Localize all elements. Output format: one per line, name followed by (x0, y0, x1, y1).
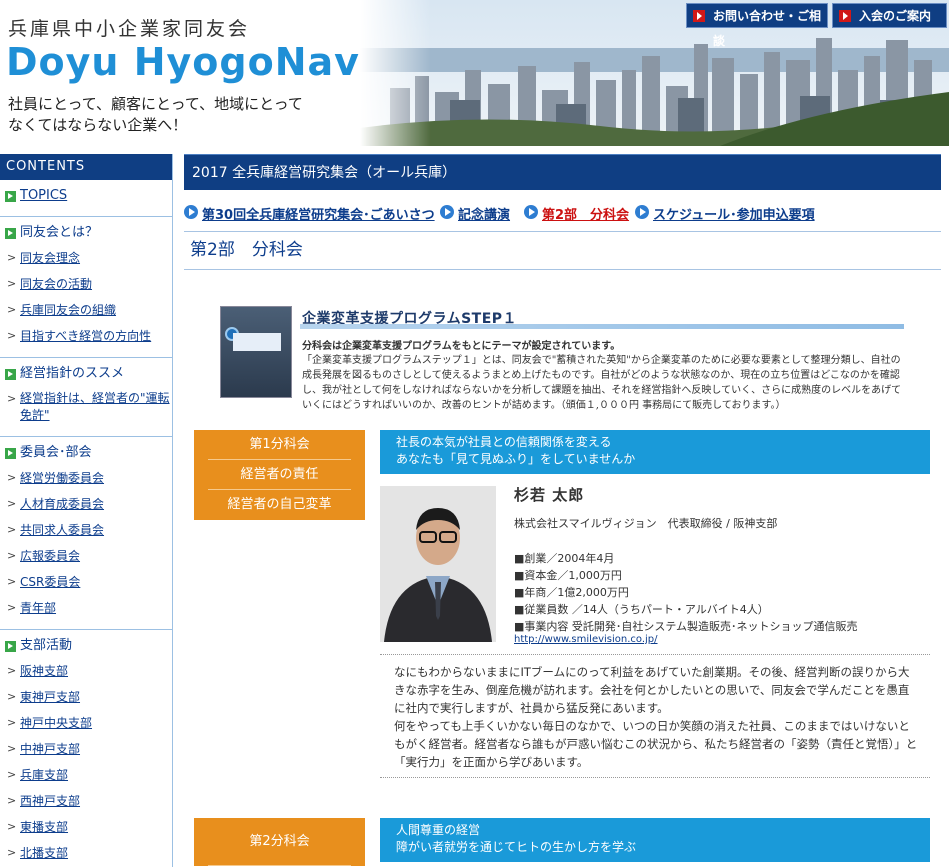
session-theme: 経営者の責任 (208, 460, 351, 490)
sidebar-section-committees: 委員会･部会 > 経営労働委員会 > 人材育成委員会 > 共同求人委員会 > 広報委員会… (0, 436, 172, 629)
session-theme: 経営者の自己変革 (227, 497, 332, 512)
arrow-icon (440, 205, 454, 219)
sidebar-item[interactable]: > 兵庫支部 (0, 762, 172, 788)
arrow-icon (524, 205, 538, 219)
sidebar-heading: CONTENTS (0, 154, 172, 180)
join-button[interactable]: 入会のご案内 (832, 3, 947, 28)
sidebar-item[interactable]: > 北播支部 (0, 840, 172, 866)
arrow-icon (693, 10, 705, 22)
session-banner: 人間尊重の経営 障がい者就労を通じてヒトの生かし方を学ぶ (380, 818, 930, 862)
sidebar-section-about: 同友会とは？ > 同友会理念 > 同友会の活動 > 兵庫同友会の組織 > 目指すべき経営… (0, 216, 172, 357)
company-fact: ■従業員数 ／14人（うちパート・アルバイト4人） (514, 603, 769, 616)
sidebar-item[interactable]: > 共同求人委員会 (0, 517, 172, 543)
session-banner: 社長の本気が社員との信頼関係を変える あなたも「見て見ぬふり」をしていませんか (380, 430, 930, 474)
sidebar-item[interactable]: > 経営指針は、経営者の"運転免許" (0, 386, 172, 428)
sidebar-section-heading: 支部活動 (0, 634, 172, 658)
program-book-image (220, 306, 292, 398)
sidebar-item[interactable]: > 東播支部 (0, 814, 172, 840)
arrow-icon (5, 369, 16, 380)
org-name: 兵庫県中小企業家同友会 (8, 18, 251, 40)
subnav-breakout[interactable]: 第2部 分科会 (524, 204, 629, 223)
session-number: 第2分科会 (208, 818, 351, 866)
arrow-icon (635, 205, 649, 219)
company-fact: ■事業内容 受託開発･自社システム製造販売･ネットショップ通信販売 (514, 620, 858, 633)
program-banner: 企業変革支援プログラムSTEP１ 分科会は企業変革支援プログラムをもとにテーマが… (220, 306, 910, 411)
sidebar-link-topics[interactable]: TOPICS (0, 184, 172, 208)
company-fact: ■創業／2004年4月 (514, 552, 615, 565)
arrow-icon (839, 10, 851, 22)
main-content: 2017 全兵庫経営研究集会（オール兵庫） 第30回全兵庫経営研究集会･ごあいさ… (184, 154, 941, 866)
company-fact: ■資本金／1,000万円 (514, 569, 622, 582)
sidebar-item[interactable]: > 目指すべき経営の方向性 (0, 323, 172, 349)
program-body: 「企業変革支援プログラムステップ１」とは、同友会で"蓄積された英知"から企業変革… (302, 355, 902, 411)
site-header: 兵庫県中小企業家同友会 Doyu HyogoNavi 社員にとって、顧客にとって… (0, 0, 949, 146)
program-lead: 分科会は企業変革支援プログラムをもとにテーマが設定されています。 (302, 341, 621, 352)
page-title: 2017 全兵庫経営研究集会（オール兵庫） (184, 154, 941, 190)
subnav-keynote[interactable]: 記念講演 (440, 204, 510, 223)
sidebar-item[interactable]: > CSR委員会 (0, 569, 172, 595)
section-title: 第2部 分科会 (184, 232, 941, 270)
sidebar-item[interactable]: > 西神戸支部 (0, 788, 172, 814)
speaker-name: 杉若 太郎 (514, 486, 585, 504)
sidebar-item[interactable]: > 同友会理念 (0, 245, 172, 271)
site-logo[interactable]: Doyu HyogoNavi (6, 40, 374, 84)
arrow-icon (5, 191, 16, 202)
company-fact: ■年商／1億2,000万円 (514, 586, 629, 599)
sidebar-item[interactable]: > 阪神支部 (0, 658, 172, 684)
sidebar-section-branches: 支部活動 > 阪神支部 > 東神戸支部 > 神戸中央支部 > 中神戸支部 > 兵庫支部 >… (0, 629, 172, 867)
sidebar: CONTENTS TOPICS 同友会とは？ > 同友会理念 > 同友会の活動 > 兵… (0, 154, 173, 867)
session-description: なにもわからないままにITブームにのって利益をあげていた創業期。その後、経営判断… (380, 654, 930, 778)
tagline: 社員にとって、顧客にとって、地域にとって なくてはならない企業へ！ (8, 95, 303, 134)
arrow-icon (5, 448, 16, 459)
sidebar-item[interactable]: > 同友会の活動 (0, 271, 172, 297)
sidebar-item[interactable]: > 兵庫同友会の組織 (0, 297, 172, 323)
sidebar-section-heading: 同友会とは？ (0, 221, 172, 245)
sidebar-item[interactable]: > 青年部 (0, 595, 172, 621)
speaker-company: 株式会社スマイルヴィジョン 代表取締役 / 阪神支部 (514, 517, 778, 530)
arrow-icon (5, 641, 16, 652)
subnav-schedule[interactable]: スケジュール･参加申込要項 (635, 204, 815, 223)
session-label: 第2分科会 (194, 818, 365, 866)
sidebar-item[interactable]: > 東神戸支部 (0, 684, 172, 710)
sidebar-item[interactable]: > 中神戸支部 (0, 736, 172, 762)
session-number: 第1分科会 (208, 430, 351, 460)
sub-navigation: 第30回全兵庫経営研究集会･ごあいさつ 記念講演 第2部 分科会 スケジュール･… (184, 190, 941, 232)
sidebar-item[interactable]: > 人材育成委員会 (0, 491, 172, 517)
sidebar-section-topics: TOPICS (0, 180, 172, 216)
sidebar-section-guideline: 経営指針のススメ > 経営指針は、経営者の"運転免許" (0, 357, 172, 436)
sidebar-section-heading: 委員会･部会 (0, 441, 172, 465)
sidebar-item[interactable]: > 広報委員会 (0, 543, 172, 569)
arrow-icon (5, 228, 16, 239)
sidebar-item[interactable]: > 経営労働委員会 (0, 465, 172, 491)
speaker-photo (380, 486, 496, 642)
contact-button[interactable]: お問い合わせ・ご相談 (686, 3, 828, 48)
divider (300, 324, 904, 329)
sidebar-section-heading: 経営指針のススメ (0, 362, 172, 386)
sidebar-item[interactable]: > 神戸中央支部 (0, 710, 172, 736)
session-label: 第1分科会 経営者の責任 経営者の自己変革 (194, 430, 365, 520)
arrow-icon (184, 205, 198, 219)
subnav-greeting[interactable]: 第30回全兵庫経営研究集会･ごあいさつ (184, 204, 435, 223)
company-website-link[interactable]: http://www.smilevision.co.jp/ (514, 634, 658, 645)
